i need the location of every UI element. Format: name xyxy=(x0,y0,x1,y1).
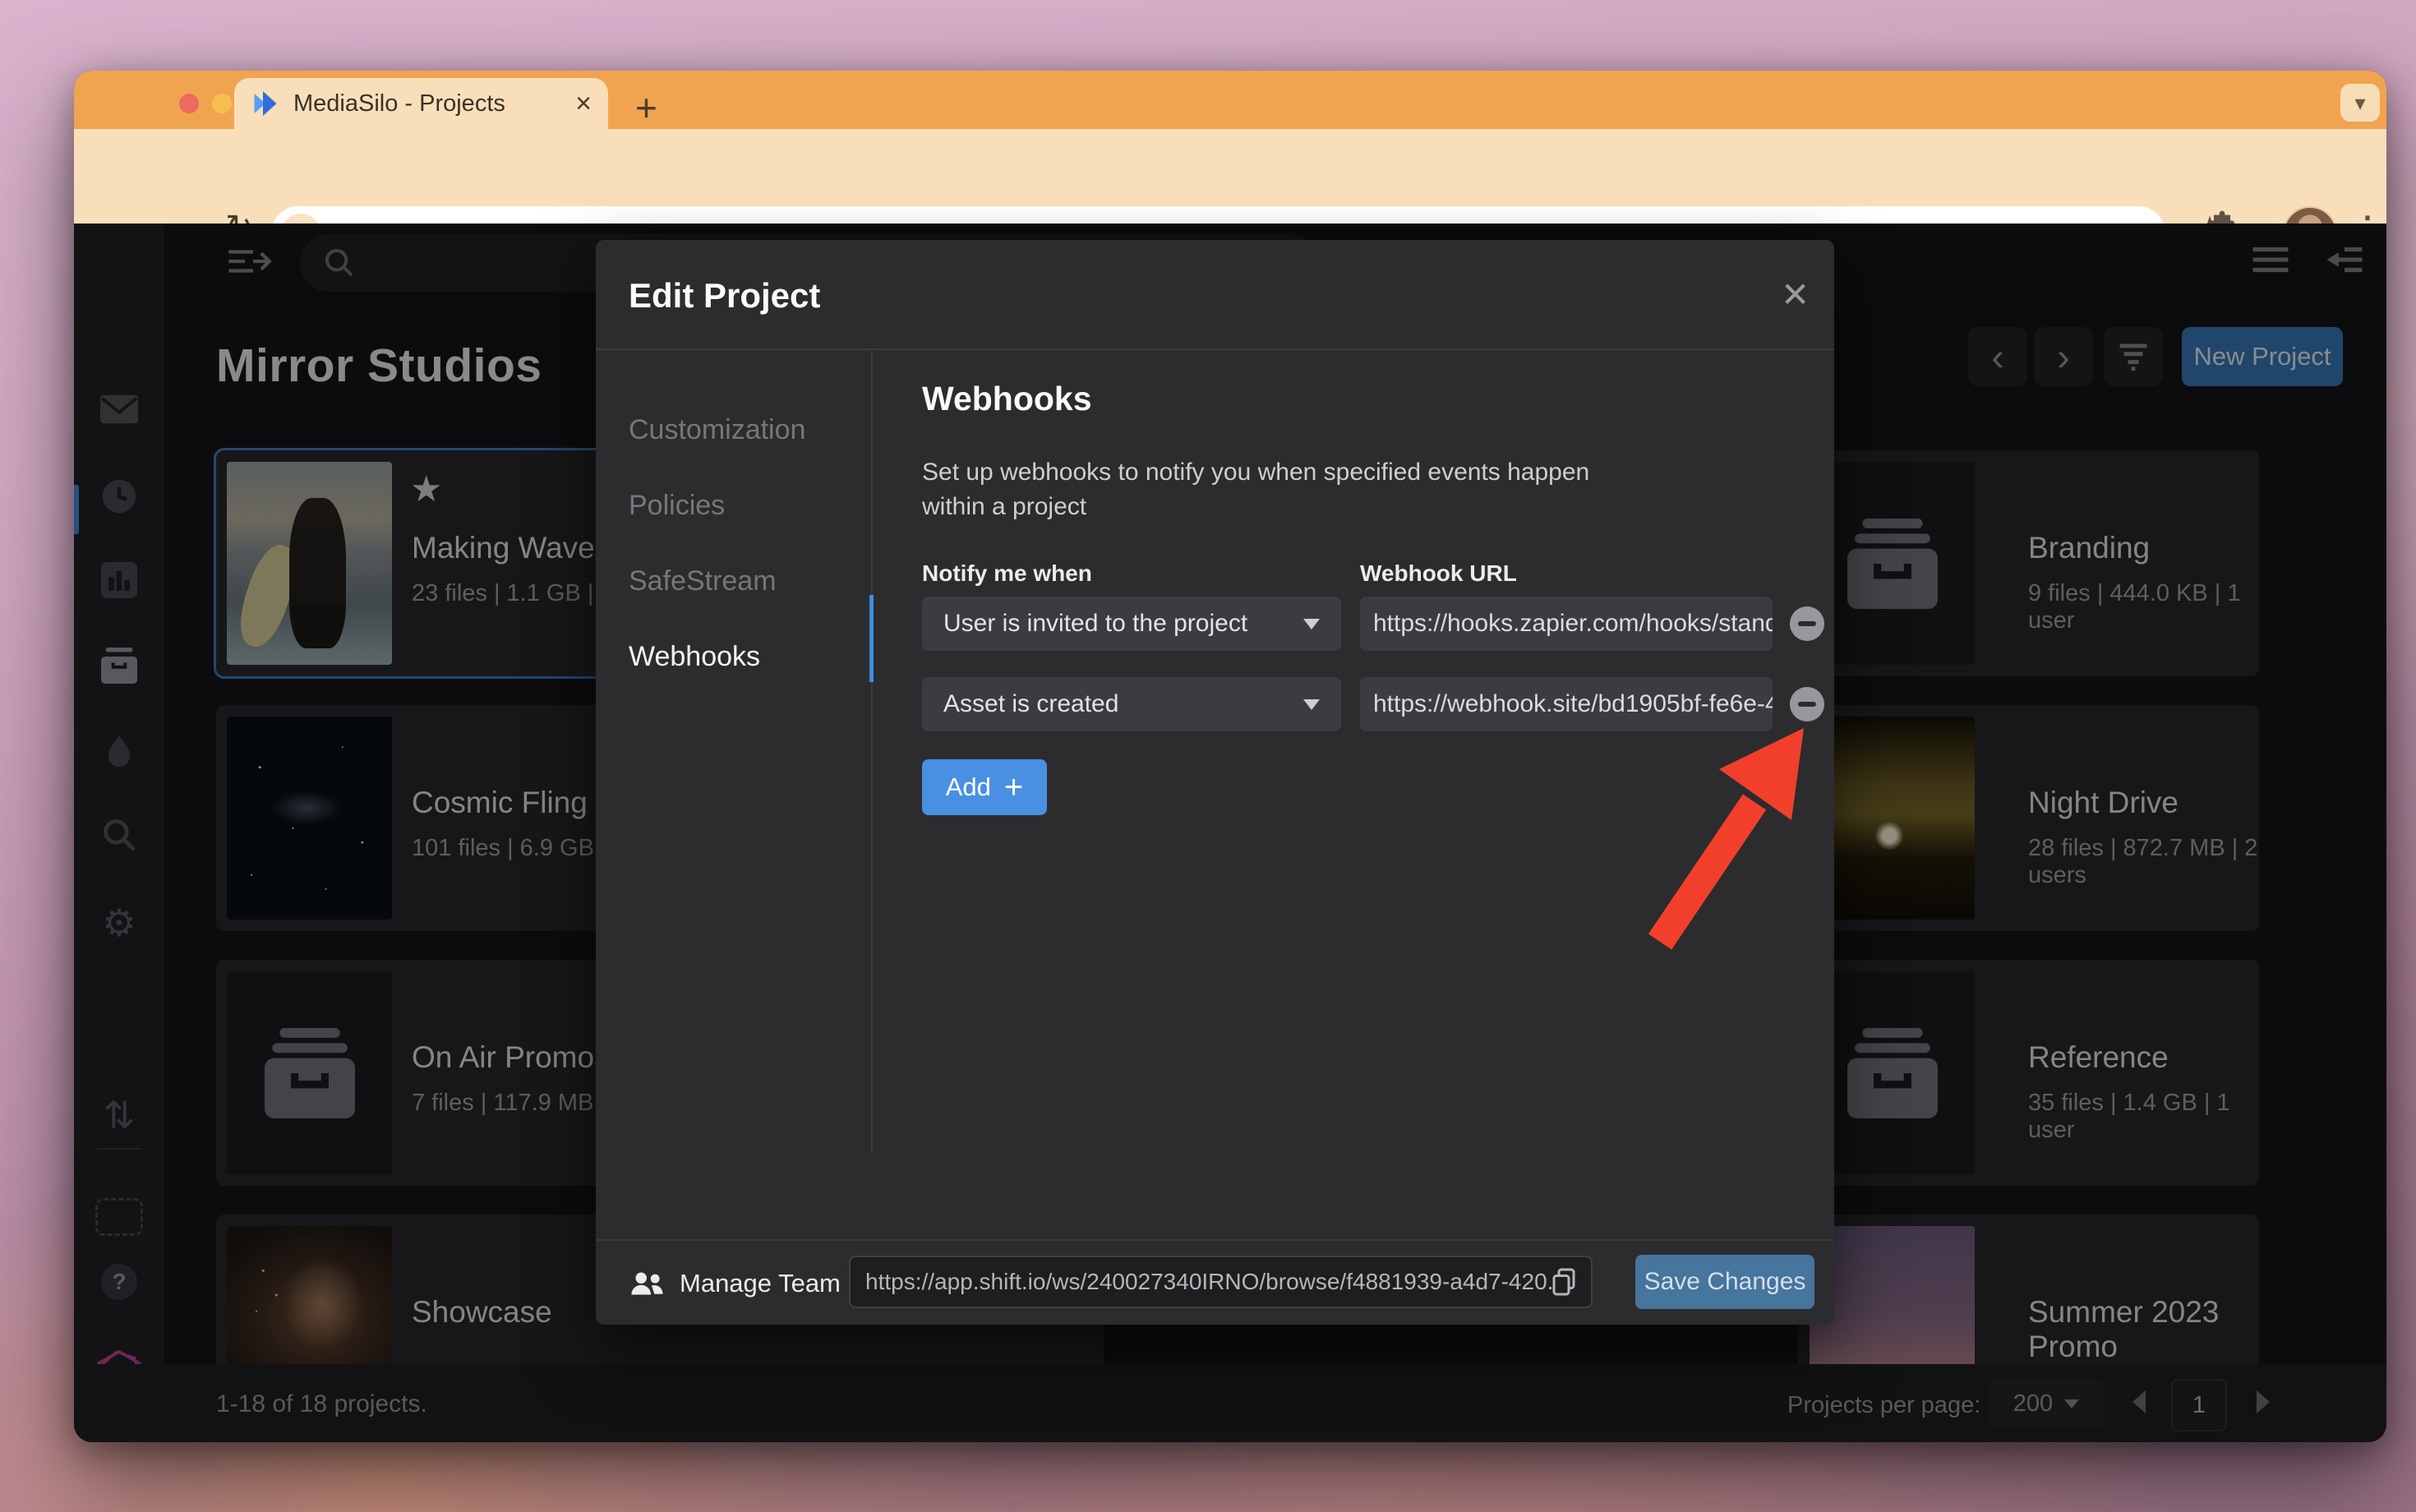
add-webhook-button[interactable]: Add + xyxy=(922,759,1047,815)
active-nav-indicator xyxy=(869,595,874,682)
chevron-down-icon xyxy=(1303,618,1320,629)
modal-title: Edit Project xyxy=(629,276,821,315)
webhooks-description: Set up webhooks to notify you when speci… xyxy=(922,459,1590,520)
event-select-value: User is invited to the project xyxy=(943,610,1248,637)
browser-window: MediaSilo - Projects × + ▾ ← → ↻ app.shi… xyxy=(74,71,2386,1442)
modal-nav: Customization Policies SafeStream Webhoo… xyxy=(596,350,873,1154)
webhook-url-value: https://hooks.zapier.com/hooks/standa xyxy=(1373,610,1773,637)
mediasilo-favicon xyxy=(254,91,277,116)
people-icon xyxy=(631,1272,663,1295)
window-chevron-icon[interactable]: ▾ xyxy=(2340,84,2380,122)
modal-footer: Manage Team https://app.shift.io/ws/2400… xyxy=(596,1239,1834,1325)
share-url-value: https://app.shift.io/ws/240027340IRNO/br… xyxy=(865,1269,1551,1294)
copy-icon[interactable] xyxy=(1551,1268,1576,1296)
modal-nav-policies[interactable]: Policies xyxy=(629,490,725,522)
annotation-arrow xyxy=(1648,728,1804,950)
modal-nav-webhooks[interactable]: Webhooks xyxy=(629,641,760,673)
event-select-value: Asset is created xyxy=(943,690,1119,717)
browser-toolbar: ← → ↻ app.shift.io/ws/240027340IRNO/brow… xyxy=(74,129,2386,260)
webhooks-heading: Webhooks xyxy=(922,380,1092,417)
modal-nav-safestream[interactable]: SafeStream xyxy=(629,565,777,597)
manage-team-button[interactable]: Manage Team xyxy=(629,1269,841,1298)
tab-strip: MediaSilo - Projects × + ▾ xyxy=(74,71,2386,129)
chevron-down-icon xyxy=(1303,698,1320,710)
modal-nav-customization[interactable]: Customization xyxy=(629,414,805,446)
remove-webhook-button-1[interactable] xyxy=(1790,606,1824,641)
event-select-1[interactable]: User is invited to the project xyxy=(922,597,1341,651)
traffic-light-close[interactable] xyxy=(179,94,199,113)
manage-team-label: Manage Team xyxy=(680,1269,841,1298)
traffic-light-minimize[interactable] xyxy=(212,94,232,113)
event-select-2[interactable]: Asset is created xyxy=(922,677,1341,731)
tab-title: MediaSilo - Projects xyxy=(293,90,505,117)
share-url-field[interactable]: https://app.shift.io/ws/240027340IRNO/br… xyxy=(849,1256,1593,1308)
notify-me-when-label: Notify me when xyxy=(922,560,1092,586)
browser-tab[interactable]: MediaSilo - Projects × xyxy=(234,78,608,129)
new-tab-icon[interactable]: + xyxy=(635,85,657,130)
modal-header: Edit Project ✕ xyxy=(596,240,1834,350)
webhook-url-label: Webhook URL xyxy=(1360,560,1517,586)
save-changes-button[interactable]: Save Changes xyxy=(1635,1255,1814,1309)
add-label: Add xyxy=(945,772,991,801)
modal-close-icon[interactable]: ✕ xyxy=(1781,274,1810,315)
webhook-url-input-1[interactable]: https://hooks.zapier.com/hooks/standa xyxy=(1360,597,1773,651)
tab-close-icon[interactable]: × xyxy=(575,88,592,120)
